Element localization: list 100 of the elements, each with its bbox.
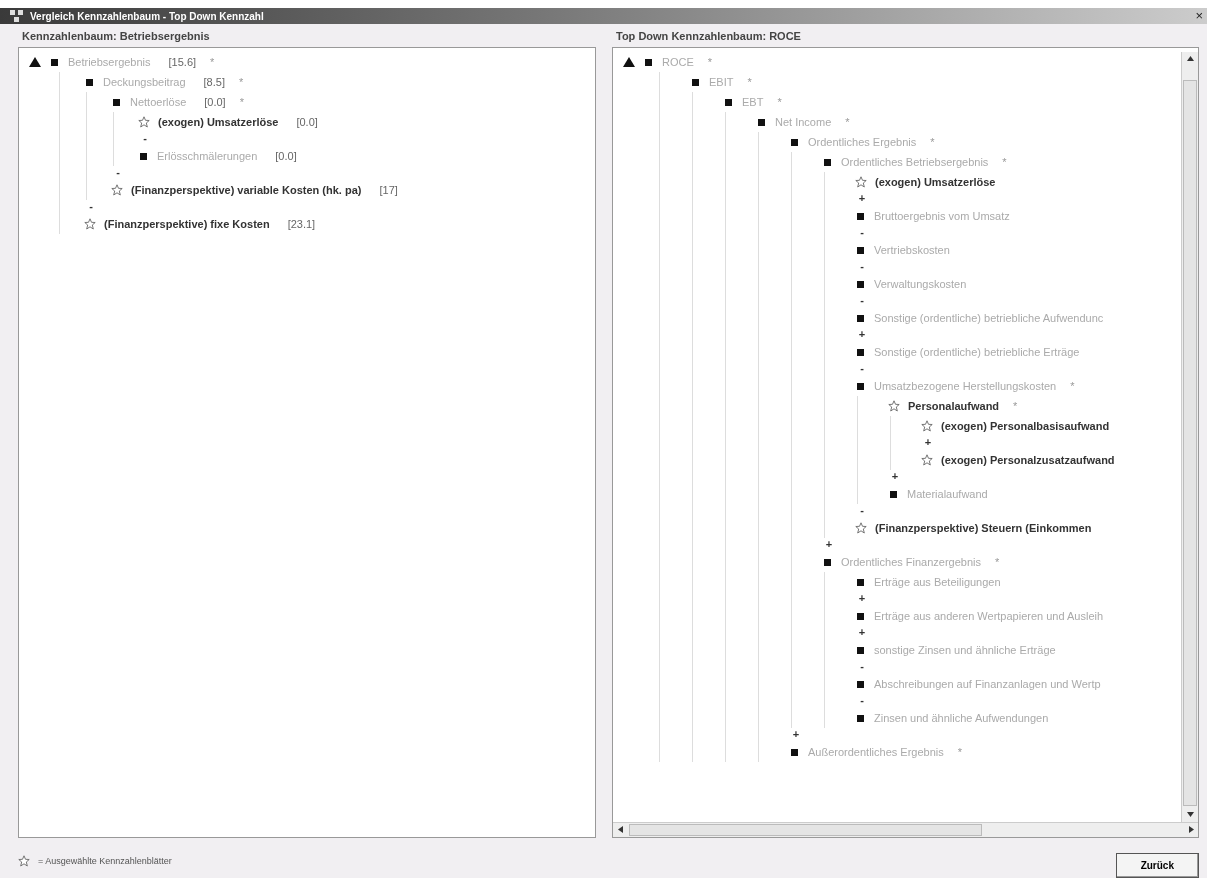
- operator-sign: -: [859, 260, 865, 274]
- node-label[interactable]: Sonstige (ordentliche) betriebliche Aufwendunc: [874, 312, 1104, 324]
- star-icon: [855, 522, 867, 534]
- star-icon: [84, 218, 96, 230]
- node-label[interactable]: Erträge aus Beteiligungen: [874, 576, 1001, 588]
- node-label[interactable]: Ordentliches Ergebnis: [808, 136, 917, 148]
- node-icon: [857, 348, 864, 356]
- node-label[interactable]: Außerordentliches Ergebnis: [808, 746, 944, 758]
- node-marker: *: [995, 556, 1000, 568]
- node-label[interactable]: (exogen) Umsatzerlöse: [158, 116, 279, 128]
- node-label[interactable]: Ordentliches Finanzergebnis: [841, 556, 982, 568]
- node-label[interactable]: Nettoerlöse: [130, 96, 187, 108]
- operator-sign: -: [859, 294, 865, 308]
- node-label[interactable]: Sonstige (ordentliche) betriebliche Erträge: [874, 346, 1080, 358]
- node-label[interactable]: (exogen) Personalzusatzaufwand: [941, 454, 1115, 466]
- node-icon: [824, 558, 831, 566]
- operator-sign: +: [857, 592, 867, 606]
- node-icon: [857, 246, 864, 254]
- node-icon: [725, 98, 732, 106]
- node-icon: [857, 578, 864, 586]
- node-label[interactable]: ROCE: [662, 56, 694, 68]
- node-label[interactable]: Verwaltungskosten: [874, 278, 967, 290]
- node-icon: [692, 78, 699, 86]
- node-label[interactable]: Abschreibungen auf Finanzanlagen und Wertp: [874, 678, 1101, 690]
- operator-sign: +: [857, 626, 867, 640]
- node-label[interactable]: Zinsen und ähnliche Aufwendungen: [874, 712, 1049, 724]
- node-label[interactable]: Ordentliches Betriebsergebnis: [841, 156, 989, 168]
- node-label[interactable]: Personalaufwand: [908, 400, 1000, 412]
- app-icon: [10, 10, 24, 22]
- node-value: [8.5]: [203, 76, 225, 88]
- operator-sign: -: [859, 504, 865, 518]
- node-label[interactable]: Net Income: [775, 116, 832, 128]
- node-label[interactable]: sonstige Zinsen und ähnliche Erträge: [874, 644, 1056, 656]
- collapse-icon[interactable]: [623, 57, 635, 67]
- node-value: [17]: [379, 184, 398, 196]
- node-value: [0.0]: [204, 96, 226, 108]
- node-marker: *: [930, 136, 935, 148]
- node-marker: *: [1013, 400, 1018, 412]
- node-label[interactable]: EBT: [742, 96, 764, 108]
- star-icon: [18, 855, 30, 867]
- operator-sign: -: [859, 226, 865, 240]
- node-icon: [857, 680, 864, 688]
- node-icon: [758, 118, 765, 126]
- node-icon: [86, 78, 93, 86]
- operator-sign: -: [859, 660, 865, 674]
- node-icon: [140, 152, 147, 160]
- node-label[interactable]: Materialaufwand: [907, 488, 988, 500]
- panel-title: Kennzahlenbaum: Betriebsergebnis: [21, 29, 211, 44]
- node-icon: [791, 748, 798, 756]
- node-label[interactable]: EBIT: [709, 76, 734, 88]
- node-icon: [857, 314, 864, 322]
- scroll-down-icon[interactable]: [1186, 811, 1194, 818]
- node-icon: [857, 280, 864, 288]
- node-value: [0.0]: [296, 116, 318, 128]
- node-icon: [890, 490, 897, 498]
- horizontal-scrollbar[interactable]: [613, 822, 1198, 837]
- scroll-left-icon[interactable]: [616, 826, 624, 833]
- operator-sign: +: [791, 728, 801, 742]
- node-marker: *: [210, 56, 215, 68]
- node-label[interactable]: (Finanzperspektive) fixe Kosten: [104, 218, 270, 230]
- node-label[interactable]: Erlösschmälerungen: [157, 150, 258, 162]
- node-label[interactable]: (exogen) Umsatzerlöse: [875, 176, 996, 188]
- scroll-right-icon[interactable]: [1187, 826, 1195, 833]
- operator-sign: +: [857, 328, 867, 342]
- window-title: Vergleich Kennzahlenbaum - Top Down Kennzahl: [30, 10, 265, 22]
- node-marker: *: [1002, 156, 1007, 168]
- operator-sign: +: [857, 192, 867, 206]
- node-marker: *: [777, 96, 782, 108]
- node-marker: *: [238, 76, 244, 88]
- node-label[interactable]: Deckungsbeitrag: [103, 76, 186, 88]
- vertical-scrollbar[interactable]: [1181, 52, 1198, 822]
- back-button[interactable]: Zurück: [1115, 852, 1199, 878]
- close-button[interactable]: ×: [1195, 9, 1203, 23]
- star-icon: [855, 176, 867, 188]
- star-icon: [111, 184, 123, 196]
- operator-sign: -: [859, 362, 865, 376]
- node-label[interactable]: Erträge aus anderen Wertpapieren und Ausleih: [874, 610, 1104, 622]
- operator-sign: +: [890, 470, 900, 484]
- collapse-icon[interactable]: [29, 57, 41, 67]
- star-icon: [921, 454, 933, 466]
- node-label[interactable]: Betriebsergebnis: [68, 56, 151, 68]
- node-icon: [113, 98, 120, 106]
- node-icon: [791, 138, 798, 146]
- node-label[interactable]: (Finanzperspektive) Steuern (Einkommen: [875, 522, 1092, 534]
- operator-sign: -: [115, 166, 121, 180]
- node-label[interactable]: Umsatzbezogene Herstellungskosten: [874, 380, 1057, 392]
- node-icon: [857, 212, 864, 220]
- operator-sign: -: [88, 200, 94, 214]
- node-label[interactable]: (exogen) Personalbasisaufwand: [941, 420, 1110, 432]
- node-marker: *: [707, 56, 713, 68]
- node-label[interactable]: Bruttoergebnis vom Umsatz: [874, 210, 1010, 222]
- node-label[interactable]: Vertriebskosten: [874, 244, 950, 256]
- operator-sign: -: [859, 694, 865, 708]
- node-label[interactable]: (Finanzperspektive) variable Kosten (hk. pa): [131, 184, 362, 196]
- operator-sign: -: [142, 132, 148, 146]
- node-icon: [824, 158, 831, 166]
- node-marker: *: [239, 96, 244, 108]
- node-icon: [857, 646, 864, 654]
- scroll-up-icon[interactable]: [1186, 55, 1194, 62]
- panel-title: Top Down Kennzahlenbaum: ROCE: [615, 29, 802, 44]
